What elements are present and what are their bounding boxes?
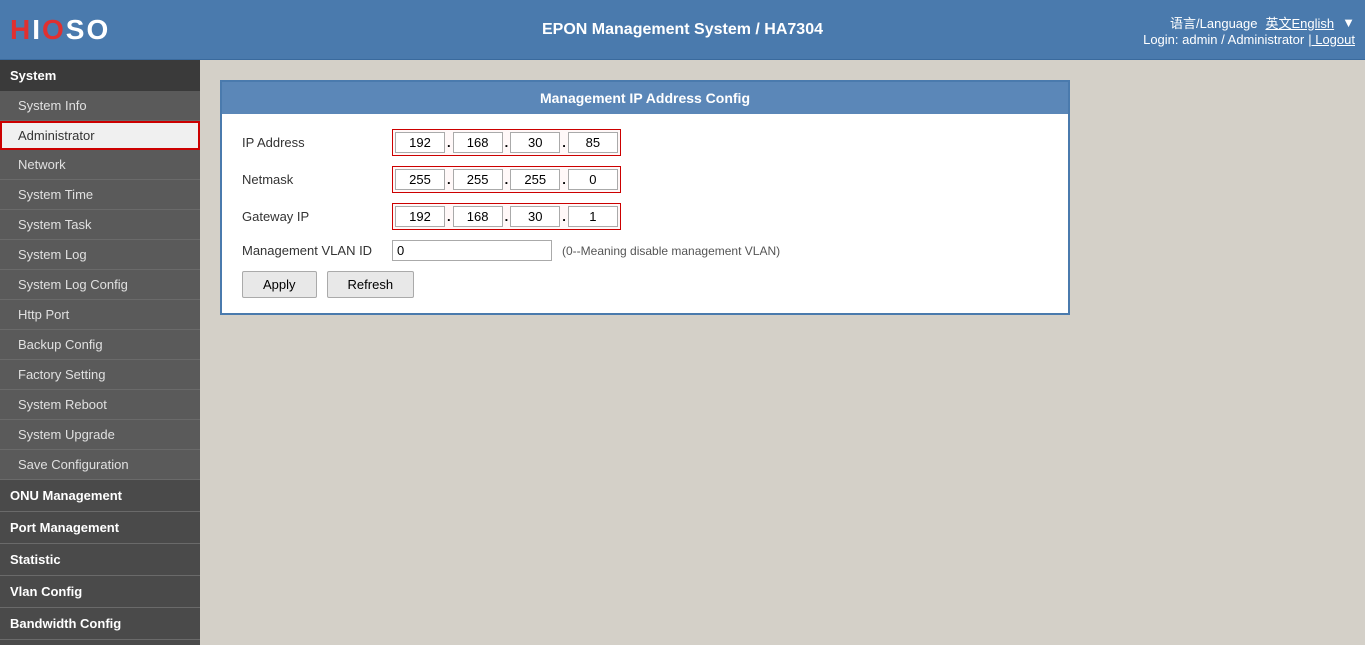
sidebar-item-system-log-config[interactable]: System Log Config — [0, 270, 200, 300]
netmask-label: Netmask — [242, 172, 392, 187]
sidebar-group-olt-mac-config[interactable]: OLT Mac Config — [0, 640, 200, 645]
sidebar-item-backup-config[interactable]: Backup Config — [0, 330, 200, 360]
login-row: Login: admin / Administrator | Logout — [1143, 32, 1355, 47]
netmask-octet3[interactable] — [510, 169, 560, 190]
gateway-ip-octet2[interactable] — [453, 206, 503, 227]
language-row: 语言/Language 英文English ▼ — [1170, 13, 1355, 32]
button-row: Apply Refresh — [242, 271, 1048, 298]
language-value[interactable]: 英文English — [1265, 13, 1334, 32]
netmask-row: Netmask . . . — [242, 166, 1048, 193]
config-body: IP Address . . . Netmask — [222, 114, 1068, 313]
nm-sep-2: . — [503, 172, 511, 187]
logo: HIOSO — [10, 14, 110, 46]
gateway-ip-octet4[interactable] — [568, 206, 618, 227]
gateway-ip-octet3[interactable] — [510, 206, 560, 227]
gateway-ip-octet1[interactable] — [395, 206, 445, 227]
sidebar-group-onu-management[interactable]: ONU Management — [0, 480, 200, 512]
header: HIOSO EPON Management System / HA7304 语言… — [0, 0, 1365, 60]
sidebar-group-vlan-config[interactable]: Vlan Config — [0, 576, 200, 608]
chevron-down-icon: ▼ — [1342, 15, 1355, 30]
header-title: EPON Management System / HA7304 — [542, 21, 823, 39]
sidebar-group-system: System — [0, 60, 200, 91]
refresh-button[interactable]: Refresh — [327, 271, 415, 298]
nm-sep-3: . — [560, 172, 568, 187]
ip-sep-2: . — [503, 135, 511, 150]
sidebar-item-administrator[interactable]: Administrator — [0, 121, 200, 150]
gateway-ip-fields: . . . — [392, 203, 621, 230]
vlan-hint: (0--Meaning disable management VLAN) — [562, 244, 780, 258]
ip-address-octet2[interactable] — [453, 132, 503, 153]
gw-sep-1: . — [445, 209, 453, 224]
language-label: 语言/Language — [1170, 13, 1257, 32]
sidebar-item-http-port[interactable]: Http Port — [0, 300, 200, 330]
main-content: Management IP Address Config IP Address … — [200, 60, 1365, 645]
sidebar-item-save-configuration[interactable]: Save Configuration — [0, 450, 200, 480]
sidebar-item-network[interactable]: Network — [0, 150, 200, 180]
sidebar-group-statistic[interactable]: Statistic — [0, 544, 200, 576]
ip-sep-1: . — [445, 135, 453, 150]
netmask-octet4[interactable] — [568, 169, 618, 190]
netmask-octet1[interactable] — [395, 169, 445, 190]
gateway-ip-row: Gateway IP . . . — [242, 203, 1048, 230]
login-info: Login: admin / Administrator — [1143, 32, 1304, 47]
sidebar-item-system-upgrade[interactable]: System Upgrade — [0, 420, 200, 450]
sidebar-item-factory-setting[interactable]: Factory Setting — [0, 360, 200, 390]
header-right: 语言/Language 英文English ▼ Login: admin / A… — [1143, 13, 1355, 47]
config-title: Management IP Address Config — [222, 82, 1068, 114]
layout: System System Info Administrator Network… — [0, 60, 1365, 645]
nm-sep-1: . — [445, 172, 453, 187]
sidebar-item-system-info[interactable]: System Info — [0, 91, 200, 121]
ip-address-octet3[interactable] — [510, 132, 560, 153]
ip-address-row: IP Address . . . — [242, 129, 1048, 156]
ip-sep-3: . — [560, 135, 568, 150]
sidebar-item-system-time[interactable]: System Time — [0, 180, 200, 210]
logo-text: HIOSO — [10, 14, 110, 46]
vlan-id-row: Management VLAN ID (0--Meaning disable m… — [242, 240, 1048, 261]
vlan-id-label: Management VLAN ID — [242, 243, 392, 258]
sidebar-group-bandwidth-config[interactable]: Bandwidth Config — [0, 608, 200, 640]
netmask-octet2[interactable] — [453, 169, 503, 190]
netmask-fields: . . . — [392, 166, 621, 193]
ip-address-octet4[interactable] — [568, 132, 618, 153]
logout-link[interactable]: | Logout — [1308, 32, 1355, 47]
sidebar-item-system-reboot[interactable]: System Reboot — [0, 390, 200, 420]
sidebar-group-port-management[interactable]: Port Management — [0, 512, 200, 544]
gateway-ip-label: Gateway IP — [242, 209, 392, 224]
gw-sep-2: . — [503, 209, 511, 224]
gw-sep-3: . — [560, 209, 568, 224]
ip-address-fields: . . . — [392, 129, 621, 156]
sidebar-item-system-log[interactable]: System Log — [0, 240, 200, 270]
sidebar: System System Info Administrator Network… — [0, 60, 200, 645]
vlan-id-input[interactable] — [392, 240, 552, 261]
config-panel: Management IP Address Config IP Address … — [220, 80, 1070, 315]
apply-button[interactable]: Apply — [242, 271, 317, 298]
sidebar-item-system-task[interactable]: System Task — [0, 210, 200, 240]
ip-address-octet1[interactable] — [395, 132, 445, 153]
ip-address-label: IP Address — [242, 135, 392, 150]
